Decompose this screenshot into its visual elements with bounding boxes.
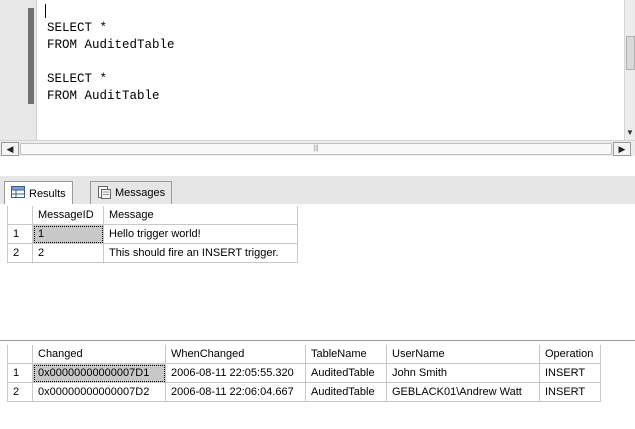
header-row: MessageID Message [7,206,298,225]
tab-messages[interactable]: Messages [90,181,173,204]
row-number[interactable]: 2 [7,243,33,263]
grid-icon [11,186,25,201]
code-line: FROM AuditTable [47,89,160,103]
tab-label: Results [29,187,66,200]
text-caret [45,4,46,18]
table-cell[interactable]: This should fire an INSERT trigger. [103,243,298,263]
column-header[interactable]: WhenChanged [165,345,306,364]
row-number-header [7,345,33,364]
code-line: SELECT * [47,21,108,35]
change-tracking-bar [28,8,34,104]
column-header[interactable]: Changed [32,345,166,364]
table-cell[interactable]: GEBLACK01\Andrew Watt [386,382,540,402]
column-header[interactable]: Message [103,206,298,225]
tab-results[interactable]: Results [4,181,73,205]
result-grid-2[interactable]: Changed WhenChanged TableName UserName O… [0,341,635,429]
horizontal-scrollbar[interactable]: ◀ ||| ▶ [0,140,635,156]
query-editor[interactable]: SELECT * FROM AuditedTable SELECT * FROM A… [0,0,635,156]
table-cell[interactable]: 2006-08-11 22:05:55.320 [165,363,306,383]
table-row[interactable]: 2 0x00000000000007D2 2006-08-11 22:06:04… [7,382,601,402]
scroll-grip: ||| [313,145,319,152]
tab-label: Messages [115,187,166,199]
table-cell[interactable]: 1 [32,224,104,244]
column-header[interactable]: Operation [539,345,601,364]
row-number-header [7,206,33,225]
table-cell[interactable]: INSERT [539,382,601,402]
table-cell[interactable]: AuditedTable [305,363,387,383]
column-header[interactable]: MessageID [32,206,104,225]
code-line: SELECT * [47,72,108,86]
table-row[interactable]: 1 0x00000000000007D1 2006-08-11 22:05:55… [7,363,601,383]
table-cell[interactable]: 2006-08-11 22:06:04.667 [165,382,306,402]
scroll-left-arrow-icon[interactable]: ◀ [1,142,19,156]
row-number[interactable]: 1 [7,363,33,383]
result-grid-1[interactable]: MessageID Message 1 1 Hello trigger worl… [0,204,635,341]
result-table-1[interactable]: MessageID Message 1 1 Hello trigger worl… [7,206,298,263]
table-cell[interactable]: Hello trigger world! [103,224,298,244]
sql-code[interactable]: SELECT * FROM AuditedTable SELECT * FROM A… [47,20,175,105]
row-number[interactable]: 1 [7,224,33,244]
table-row[interactable]: 1 1 Hello trigger world! [7,224,298,244]
table-cell[interactable]: AuditedTable [305,382,387,402]
vertical-scrollbar[interactable]: ▼ [624,0,635,140]
table-cell[interactable]: 0x00000000000007D1 [32,363,166,383]
row-number[interactable]: 2 [7,382,33,402]
column-header[interactable]: UserName [386,345,540,364]
table-cell[interactable]: 2 [32,243,104,263]
table-cell[interactable]: John Smith [386,363,540,383]
messages-icon [97,185,111,202]
scroll-down-arrow-icon[interactable]: ▼ [625,128,635,140]
table-row[interactable]: 2 2 This should fire an INSERT trigger. [7,243,298,263]
table-cell[interactable]: INSERT [539,363,601,383]
horizontal-scroll-thumb[interactable]: ||| [20,143,612,155]
vertical-scroll-thumb[interactable] [626,36,635,70]
header-row: Changed WhenChanged TableName UserName O… [7,345,601,364]
table-cell[interactable]: 0x00000000000007D2 [32,382,166,402]
scroll-right-arrow-icon[interactable]: ▶ [613,142,631,156]
result-table-2[interactable]: Changed WhenChanged TableName UserName O… [7,345,601,402]
code-line: FROM AuditedTable [47,38,175,52]
results-tab-bar: Results Messages [0,176,635,205]
column-header[interactable]: TableName [305,345,387,364]
